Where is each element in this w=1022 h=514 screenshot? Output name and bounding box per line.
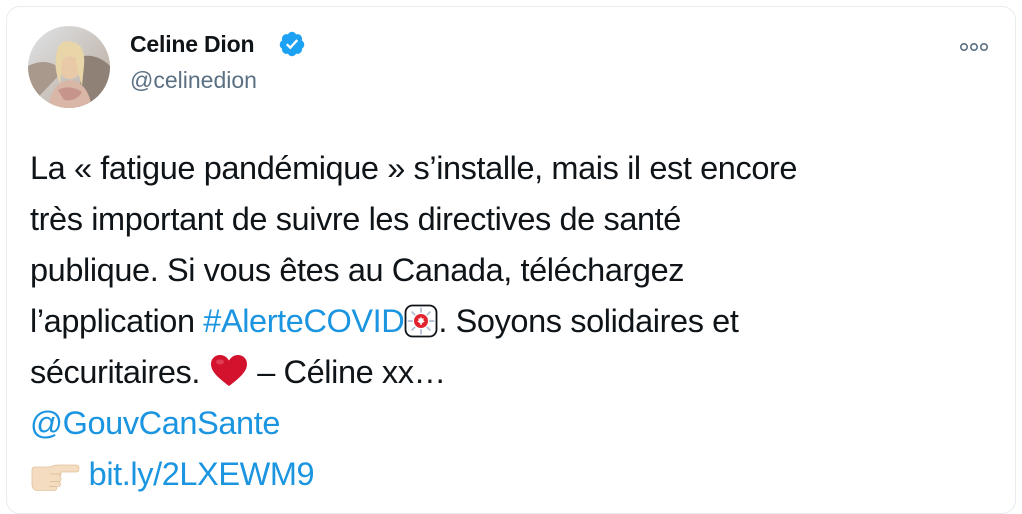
tweet-line: bit.ly/2LXEWM9 [30,449,990,500]
author-name[interactable]: Celine Dion [130,31,255,58]
hashtag-link[interactable]: #AlerteCOVID [203,303,405,339]
tweet-text-segment: sécuritaires. [30,354,209,390]
red-heart-emoji-icon [210,355,247,386]
tweet-text-segment: l’application [30,303,204,339]
pointing-right-emoji-icon [31,464,80,491]
tweet-text-segment: . Soyons solidaires et [438,303,739,339]
tweet-line: publique. Si vous êtes au Canada, téléch… [30,252,685,288]
mention-link[interactable]: @GouvCanSante [30,405,280,441]
author-handle[interactable]: @celinedion [130,67,257,94]
tweet-text-segment: – Céline xx… [248,354,446,390]
tweet-line: sécuritaires. – Céline xx… [30,347,990,398]
tweet-line: très important de suivre les directives … [30,201,681,237]
avatar-image [28,26,110,108]
verified-badge-icon [279,31,305,57]
short-link[interactable]: bit.ly/2LXEWM9 [89,456,315,492]
more-options-icon[interactable] [956,38,992,54]
tweet-line: l’application #AlerteCOVID . Soyons soli… [30,296,990,347]
tweet-line: La « fatigue pandémique » s’installe, ma… [30,150,798,186]
covid-alert-app-icon [404,304,438,338]
tweet-text: La « fatigue pandémique » s’installe, ma… [30,143,990,500]
author-avatar[interactable] [28,26,110,108]
tweet-line: @GouvCanSante [30,398,990,449]
